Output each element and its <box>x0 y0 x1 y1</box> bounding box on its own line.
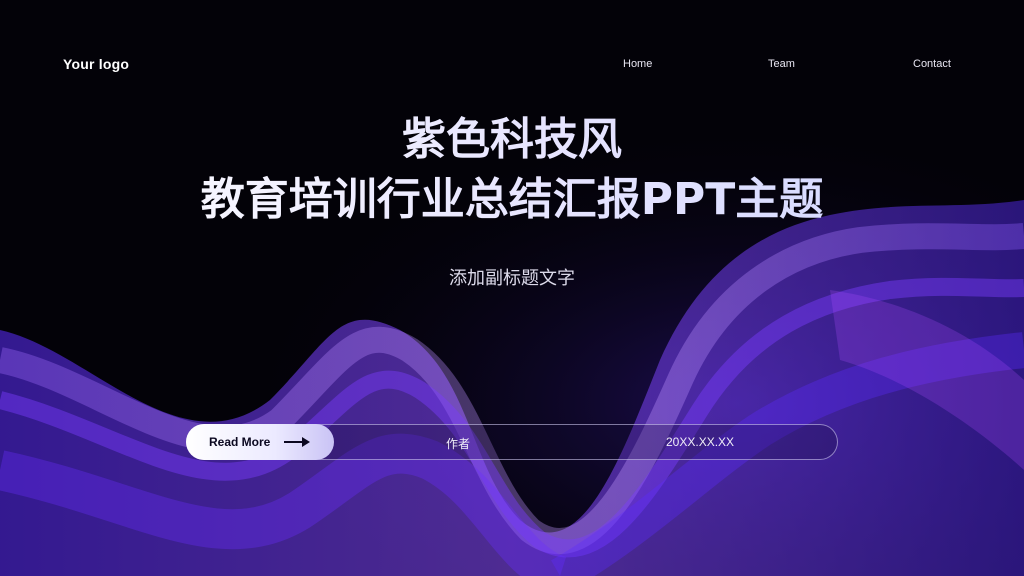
hero-title-line1: 紫色科技风 <box>0 110 1024 170</box>
date-label: 20XX.XX.XX <box>666 435 735 449</box>
author-label: 作者 <box>446 437 471 451</box>
arrow-right-icon <box>284 437 310 447</box>
top-nav: Home Team Contact <box>0 58 1024 72</box>
nav-team-link[interactable]: Team <box>768 58 795 70</box>
read-more-label: Read More <box>209 435 271 449</box>
nav-home-link[interactable]: Home <box>623 58 652 70</box>
nav-contact-link[interactable]: Contact <box>913 58 951 70</box>
hero-title: 紫色科技风 教育培训行业总结汇报PPT主题 <box>0 110 1024 230</box>
hero-subtitle: 添加副标题文字 <box>449 268 575 289</box>
hero-title-line2: 教育培训行业总结汇报PPT主题 <box>0 170 1024 230</box>
read-more-button[interactable]: Read More <box>186 424 334 460</box>
